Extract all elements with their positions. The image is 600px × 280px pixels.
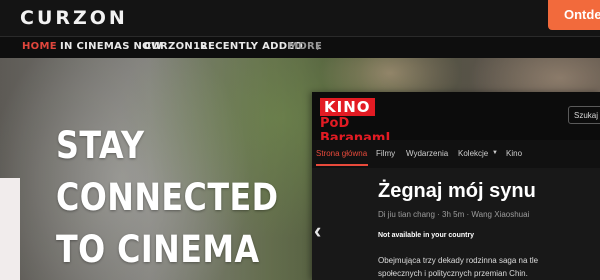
film-description: Obejmująca trzy dekady rodzinna saga na … (378, 254, 538, 280)
kino-logo[interactable]: KINO PoD BaranamI (316, 98, 408, 146)
film-description-line-2: społecznych i politycznych przemian Chin… (378, 269, 528, 278)
nav-strona-glowna[interactable]: Strona główna (316, 149, 367, 158)
film-meta: Di jiu tian chang · 3h 5m · Wang Xiaoshu… (378, 210, 530, 219)
nav-curzon12[interactable]: CURZON12 (144, 41, 208, 52)
search-button[interactable]: Szukaj (568, 106, 600, 124)
active-tab-indicator (316, 164, 368, 166)
film-hero: ‹ Żegnaj mój synu Di jiu tian chang · 3h… (312, 168, 600, 280)
hero-line-1: STAY (56, 124, 145, 167)
caret-down-icon[interactable]: ▼ (492, 150, 498, 156)
availability-note: Not available in your country (378, 232, 475, 239)
kino-logo-word: KINO (320, 98, 375, 116)
nav-kino[interactable]: Kino (506, 149, 522, 158)
film-title: Żegnaj mój synu (378, 180, 536, 202)
film-description-line-1: Obejmująca trzy dekady rodzinna saga na … (378, 256, 539, 265)
ontdek-button[interactable]: Ontdek (548, 0, 600, 30)
curzon-logo[interactable]: CURZON (20, 7, 128, 29)
nav-wydarzenia[interactable]: Wydarzenia (406, 149, 448, 158)
curzon-header: CURZON Ontdek (0, 0, 600, 36)
hero-line-2: CONNECTED (56, 176, 279, 219)
chevron-right-icon[interactable]: › (316, 39, 320, 54)
chevron-left-icon[interactable]: ‹ (314, 220, 321, 242)
nav-kolekcje[interactable]: Kolekcje (458, 149, 488, 158)
hero-headline: STAY CONNECTED TO CINEMA (56, 120, 315, 276)
kino-header: KINO PoD BaranamI Szukaj (312, 92, 600, 146)
kino-window: KINO PoD BaranamI Szukaj Strona główna F… (312, 92, 600, 280)
hero-line-3: TO CINEMA (56, 228, 260, 271)
nav-filmy[interactable]: Filmy (376, 149, 395, 158)
background-window-edge (0, 178, 20, 280)
nav-home[interactable]: HOME (22, 41, 57, 52)
curzon-nav: HOME IN CINEMAS NOW CURZON12 RECENTLY AD… (0, 36, 600, 59)
